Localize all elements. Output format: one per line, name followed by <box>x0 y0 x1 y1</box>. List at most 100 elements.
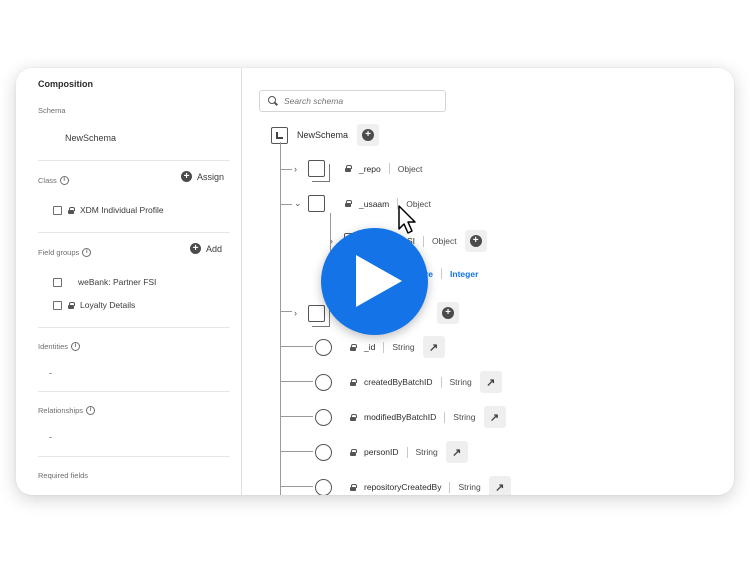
tree-line <box>280 204 292 205</box>
play-icon <box>356 255 402 307</box>
object-icon <box>308 304 330 327</box>
chevron-down-icon[interactable]: ⌄ <box>294 198 302 209</box>
field-type: String <box>392 342 415 352</box>
field-group-item[interactable]: weBank: Partner FSI <box>53 277 156 287</box>
schema-label: Schema <box>38 106 66 115</box>
cursor-icon <box>398 205 416 234</box>
schema-icon <box>271 126 288 144</box>
add-field-button[interactable]: + <box>437 302 459 324</box>
assign-class-button[interactable]: + Assign <box>181 171 224 182</box>
search-box[interactable] <box>259 90 446 112</box>
separator <box>441 268 443 279</box>
search-input[interactable] <box>284 96 434 106</box>
arrow-out-icon[interactable]: ↗ <box>445 441 468 463</box>
tree-line <box>280 416 313 417</box>
divider <box>38 232 230 233</box>
root-label: NewSchema <box>297 130 349 140</box>
class-item[interactable]: XDM Individual Profile <box>53 205 164 215</box>
separator <box>444 411 446 423</box>
lock-icon <box>345 200 352 207</box>
chevron-right-icon[interactable]: › <box>294 308 300 318</box>
plus-icon: + <box>442 307 454 319</box>
tree-root[interactable]: NewSchema + <box>271 124 380 146</box>
plus-icon: + <box>181 171 192 182</box>
field-icon <box>315 478 332 495</box>
lock-icon <box>350 483 357 491</box>
field-name: _id <box>364 342 376 352</box>
relationships-label: Relationships i <box>38 406 96 415</box>
info-icon[interactable]: i <box>59 176 69 185</box>
tree-row[interactable]: re Integer <box>425 268 478 279</box>
class-label: Class i <box>38 176 69 185</box>
add-field-button[interactable]: + <box>464 230 487 252</box>
lock-icon <box>68 206 75 214</box>
arrow-out-icon[interactable]: ↗ <box>479 371 502 393</box>
field-name: _usaam <box>359 198 390 209</box>
tree-line <box>280 486 313 487</box>
field-name: createdByBatchID <box>364 377 433 387</box>
search-icon <box>268 96 278 106</box>
composition-panel: Composition Schema NewSchema Class i + Ass… <box>16 68 242 495</box>
field-name: repositoryCreatedBy <box>364 482 442 492</box>
arrow-out-icon[interactable]: ↗ <box>422 336 445 358</box>
divider <box>38 160 230 161</box>
tree-line <box>280 451 313 452</box>
arrow-out-icon[interactable]: ↗ <box>483 406 506 428</box>
tree-line <box>280 381 313 382</box>
field-icon <box>315 408 332 426</box>
composition-title: Composition <box>38 79 93 89</box>
separator <box>406 446 408 458</box>
field-name: _repo <box>359 163 381 174</box>
field-name: modifiedByBatchID <box>364 412 437 422</box>
plus-icon: + <box>190 243 201 254</box>
lock-icon <box>350 378 357 386</box>
separator <box>449 481 451 493</box>
divider <box>38 456 230 457</box>
lock-icon <box>68 301 75 309</box>
divider <box>38 327 230 328</box>
tree-line <box>280 346 313 347</box>
field-group-item[interactable]: Loyalty Details <box>53 300 135 310</box>
checkbox[interactable] <box>53 205 62 215</box>
field-type: String <box>453 412 476 422</box>
required-fields-label: Required fields <box>38 471 89 480</box>
tree-row[interactable]: _id String ↗ <box>315 336 445 358</box>
lock-icon <box>350 343 357 351</box>
add-field-button[interactable]: + <box>357 124 380 146</box>
tree-row[interactable]: › _repo Object <box>294 160 422 182</box>
object-icon <box>308 195 325 212</box>
separator <box>440 376 442 388</box>
field-name: personID <box>364 447 399 457</box>
field-icon <box>315 443 332 461</box>
field-groups-label: Field groups i <box>38 248 92 257</box>
schema-name[interactable]: NewSchema <box>65 133 116 143</box>
info-icon[interactable]: i <box>82 248 92 257</box>
divider <box>38 391 230 392</box>
field-icon <box>315 338 332 356</box>
tree-row[interactable]: personID String ↗ <box>315 441 468 463</box>
chevron-right-icon[interactable]: › <box>294 164 300 174</box>
tree-line <box>280 311 292 312</box>
schema-tree-panel: NewSchema + › _repo Object ⌄ <box>242 68 734 495</box>
tree-line <box>280 169 292 170</box>
identities-value: - <box>49 368 52 378</box>
field-type: String <box>449 377 472 387</box>
lock-icon <box>345 165 352 172</box>
checkbox[interactable] <box>53 300 62 310</box>
plus-icon: + <box>469 235 482 247</box>
field-type: Integer <box>450 268 479 279</box>
tree-row[interactable]: createdByBatchID String ↗ <box>315 371 502 393</box>
tree-row[interactable]: modifiedByBatchID String ↗ <box>315 406 506 428</box>
info-icon[interactable]: i <box>86 406 96 415</box>
info-icon[interactable]: i <box>71 342 81 351</box>
lock-icon <box>350 448 357 456</box>
plus-icon: + <box>362 129 375 141</box>
field-type: String <box>458 482 481 492</box>
checkbox[interactable] <box>53 277 62 287</box>
arrow-out-icon[interactable]: ↗ <box>488 476 511 495</box>
separator <box>388 163 390 174</box>
tree-line <box>280 142 281 495</box>
add-field-group-button[interactable]: + Add <box>190 243 222 254</box>
tree-row[interactable]: repositoryCreatedBy String ↗ <box>315 476 511 495</box>
field-icon <box>315 373 332 391</box>
